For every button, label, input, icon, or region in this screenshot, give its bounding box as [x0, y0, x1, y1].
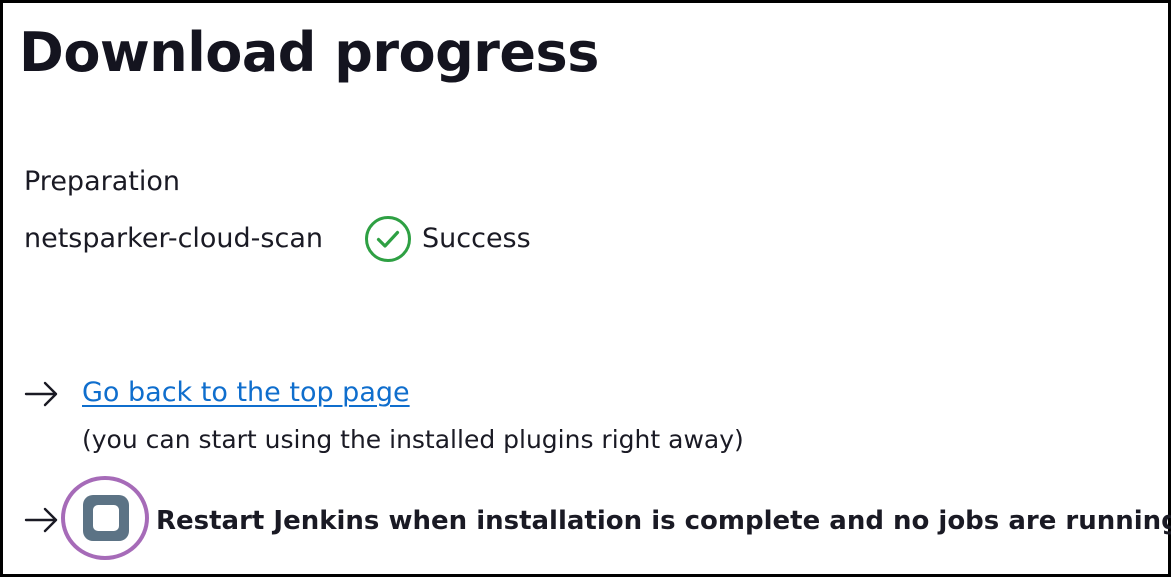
plugin-status-text: Success — [422, 223, 531, 254]
arrow-right-icon — [24, 506, 60, 534]
restart-checkbox-label[interactable]: Restart Jenkins when installation is com… — [156, 502, 1171, 540]
arrow-right-icon — [24, 380, 60, 408]
go-back-top-page-link[interactable]: Go back to the top page — [82, 374, 410, 412]
check-circle-icon — [364, 215, 412, 263]
checkbox-box — [93, 505, 119, 531]
preparation-label: Preparation — [24, 166, 180, 197]
plugin-status-row: netsparker-cloud-scan Success — [24, 216, 531, 262]
top-page-hint: (you can start using the installed plugi… — [82, 425, 744, 454]
plugin-name: netsparker-cloud-scan — [24, 223, 323, 254]
restart-checkbox[interactable] — [83, 495, 129, 541]
page-title: Download progress — [19, 21, 599, 84]
download-progress-panel: Download progress Preparation netsparker… — [0, 0, 1171, 577]
